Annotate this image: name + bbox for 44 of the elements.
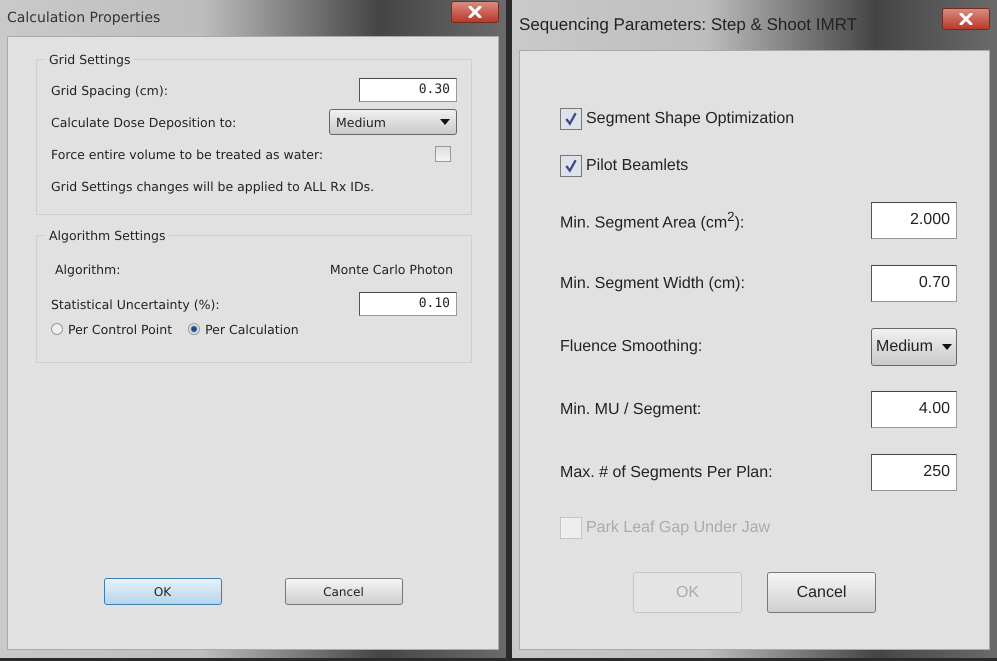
close-button[interactable] (942, 8, 990, 30)
window-title: Sequencing Parameters: Step & Shoot IMRT (519, 15, 857, 35)
group-title: Grid Settings (45, 52, 134, 67)
field-label: Fluence Smoothing: (560, 338, 702, 356)
radio-button[interactable] (188, 323, 200, 335)
dropdown[interactable]: Medium (871, 328, 957, 366)
checkbox-label[interactable]: Pilot Beamlets (586, 156, 688, 174)
field-label: Min. Segment Width (cm): (560, 274, 745, 292)
input-field[interactable]: 2.000 (871, 202, 957, 239)
cancel-button[interactable]: Cancel (284, 578, 402, 605)
field-label: Statistical Uncertainty (%): (51, 296, 220, 312)
input-field[interactable]: 0.10 (359, 292, 457, 316)
caret-icon (440, 119, 450, 125)
input-field[interactable]: 0.70 (871, 265, 957, 302)
cancel-button[interactable]: Cancel (767, 572, 876, 613)
field-label: Calculate Dose Deposition to: (51, 114, 236, 130)
input-field[interactable]: 0.30 (359, 78, 457, 102)
radio-button[interactable] (51, 323, 63, 335)
field-label: Force entire volume to be treated as water: (51, 146, 324, 162)
checkbox[interactable] (560, 108, 582, 130)
field-label: Max. # of Segments Per Plan: (560, 464, 773, 482)
checkbox[interactable] (560, 154, 582, 176)
close-button[interactable] (451, 1, 499, 23)
checkbox-label[interactable]: Segment Shape Optimization (586, 110, 794, 128)
note-text: Grid Settings changes will be applied to ALL Rx IDs. (51, 178, 374, 194)
close-icon (468, 6, 482, 18)
field-label: Min. MU / Segment: (560, 400, 702, 418)
info-label: Algorithm: (55, 262, 120, 276)
radio-label[interactable]: Per Calculation (205, 322, 299, 336)
info-value: Monte Carlo Photon (330, 262, 453, 276)
group-title: Algorithm Settings (45, 228, 170, 243)
checkbox[interactable] (435, 146, 451, 162)
input-field[interactable]: 250 (871, 454, 957, 491)
radio-label[interactable]: Per Control Point (68, 322, 172, 336)
caret-icon (942, 344, 952, 350)
close-icon (959, 13, 973, 25)
ok-button[interactable]: OK (104, 578, 222, 605)
field-label: Grid Spacing (cm): (51, 82, 168, 98)
input-field[interactable]: 4.00 (871, 391, 957, 428)
window-title: Calculation Properties (7, 10, 160, 26)
check-icon (564, 112, 578, 126)
dropdown[interactable]: Medium (329, 109, 457, 135)
field-label: Min. Segment Area (cm$^{2}$): (560, 208, 744, 232)
check-icon (564, 158, 578, 172)
